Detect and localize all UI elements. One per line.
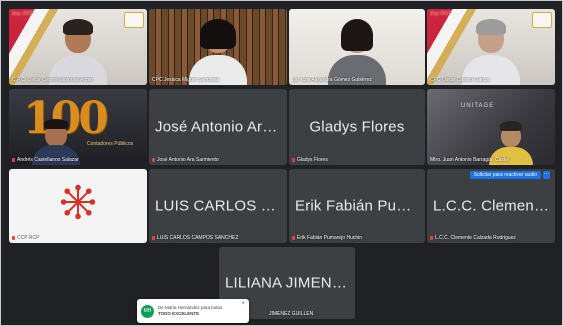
participant-name-tag: José Antonio Ara Sarmiento — [152, 157, 284, 163]
participant-video — [49, 19, 107, 85]
participant-tile-oscar-castillo[interactable]: Soy RCP CPC Oscar Castillo García — [427, 9, 555, 85]
close-icon[interactable]: × — [241, 301, 245, 307]
mic-off-icon — [12, 157, 15, 162]
participant-name-tag: Erik Fabián Pumarejo Huchin — [292, 235, 422, 241]
participant-tile-juan-barragan[interactable]: UNITAGE Mtro. Juan Antonio Barragán Cast… — [427, 89, 555, 165]
meeting-grid: Soy RCP C.P.C. Oscar Osuna Espinosa Arce… — [0, 0, 563, 326]
participant-tile-oscar-espinosa[interactable]: Soy RCP C.P.C. Oscar Osuna Espinosa Arce… — [9, 9, 147, 85]
participant-display-name: José Antonio Ara... — [155, 118, 284, 136]
participant-tile-erik-fabian[interactable]: Erik Fabián Pumar... Erik Fabián Pumarej… — [289, 169, 425, 243]
mic-off-icon — [292, 235, 295, 240]
participant-video — [462, 19, 520, 85]
participant-name-tag: C.P.C. Oscar Osuna Espinosa Arceo — [12, 77, 94, 83]
centenary-logo-subtitle: Contadores Públicos — [87, 141, 134, 147]
request-unmute-button[interactable]: Solicitar para reactivar audio — [469, 171, 541, 179]
more-options-icon[interactable]: ··· — [543, 171, 550, 179]
office-sign: UNITAGE — [461, 103, 495, 109]
participant-tile-clemente[interactable]: L.C.C. Clemente C... L.C.C. Clemente Cal… — [427, 169, 555, 243]
participant-video — [189, 19, 247, 85]
mic-off-icon — [292, 157, 295, 162]
participant-display-name: LILIANA JIMENEZ... — [225, 274, 355, 292]
mic-off-icon — [152, 157, 155, 162]
brand-watermark: Soy RCP — [430, 11, 452, 17]
chat-notification[interactable]: MH De María Hernández para todos TODO EX… — [137, 299, 249, 323]
participant-display-name: Gladys Flores — [309, 118, 405, 136]
chat-message-text: TODO EXCELENTE — [158, 311, 200, 316]
participant-tile-ccp-rcp[interactable]: CCP RCP — [9, 169, 147, 243]
participant-name-tag: Andrés Castellanos Salazar — [12, 157, 144, 163]
unmute-request-bar: Solicitar para reactivar audio ··· — [469, 171, 550, 179]
participant-tile-jose-antonio[interactable]: José Antonio Ara... José Antonio Ara Sar… — [149, 89, 287, 165]
mic-off-icon — [12, 235, 15, 240]
participant-tile-luis-carlos[interactable]: LUIS CARLOS CA... LUIS CARLOS CAMPOS SAN… — [149, 169, 287, 243]
participant-video — [328, 19, 386, 85]
ccp-flower-logo-icon — [60, 184, 96, 219]
participant-name-tag: CCP RCP — [12, 235, 144, 241]
mic-off-icon — [152, 235, 155, 240]
participant-tile-alejandra-gomez[interactable]: Lic. Itzia Alejandra Gómez Gutiérrez — [289, 9, 425, 85]
participant-tile-jessica-miguel[interactable]: CPC Jessica Miguel Sandoval — [149, 9, 287, 85]
rcp-logo-icon — [532, 12, 552, 28]
participant-name-tag: L.C.C. Clemente Calzada Rodriguez — [430, 235, 552, 241]
chat-sender-avatar: MH — [141, 304, 154, 318]
participant-name-tag: Mtro. Juan Antonio Barragán Castel — [430, 157, 510, 163]
mic-off-icon — [430, 235, 433, 240]
chat-message: De María Hernández para todos TODO EXCEL… — [158, 305, 237, 317]
participant-tile-gladys-flores[interactable]: Gladys Flores Gladys Flores — [289, 89, 425, 165]
rcp-logo-icon — [124, 12, 144, 28]
participant-name-tag: CPC Oscar Castillo García — [430, 77, 490, 83]
participant-name-tag: Lic. Itzia Alejandra Gómez Gutiérrez — [292, 77, 373, 83]
participant-name-tag: CPC Jessica Miguel Sandoval — [152, 77, 219, 83]
brand-watermark: Soy RCP — [12, 11, 34, 17]
participant-name-tag: LUIS CARLOS CAMPOS SANCHEZ — [152, 235, 284, 241]
participant-display-name: LUIS CARLOS CA... — [155, 197, 287, 215]
participant-name-tag: Gladys Flores — [292, 157, 422, 163]
participant-tile-andres-castellanos[interactable]: 100 Contadores Públicos Andrés Castellan… — [9, 89, 147, 165]
participant-name-tag: JIMENEZ GUILLEN — [269, 311, 314, 317]
participant-display-name: L.C.C. Clemente C... — [433, 197, 555, 215]
participant-display-name: Erik Fabián Pumar... — [295, 197, 425, 215]
